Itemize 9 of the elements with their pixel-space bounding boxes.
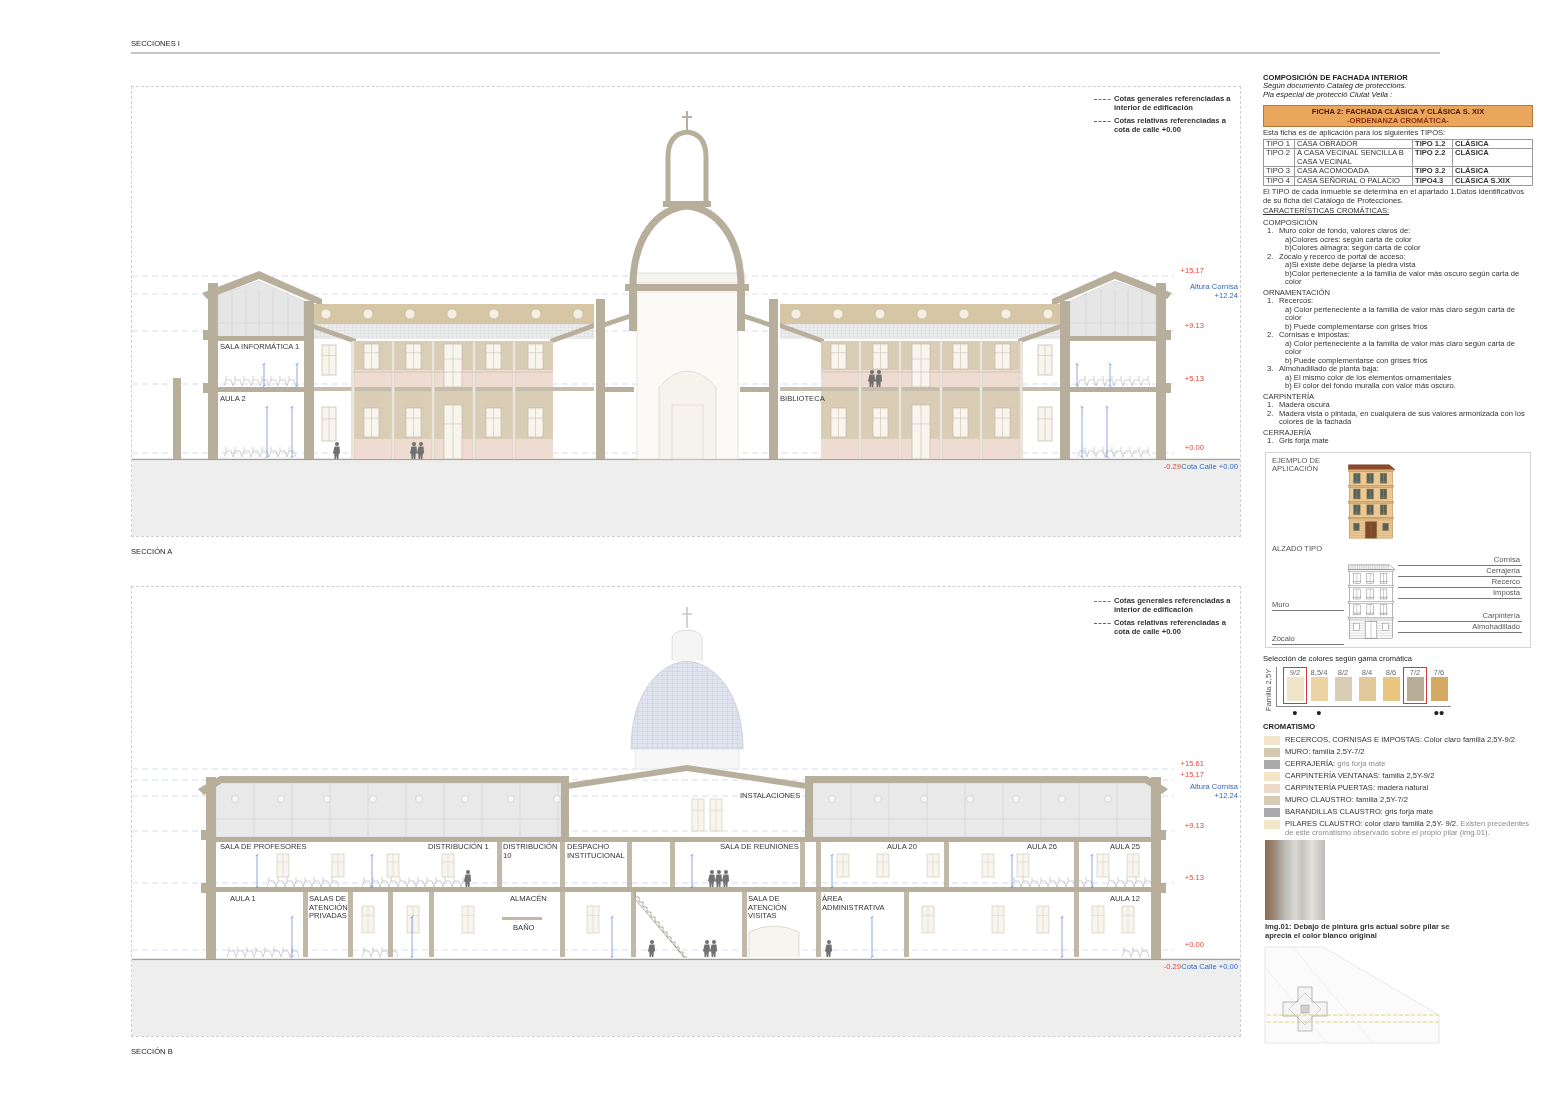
- level-line-icon: [1094, 98, 1111, 101]
- swatch-mark: •: [1315, 707, 1323, 718]
- level-line-icon: [1094, 600, 1111, 603]
- leader-line: [1272, 643, 1344, 645]
- level-line-icon: [1094, 622, 1111, 625]
- swatch-mark: •: [1291, 707, 1299, 718]
- leader-line: [1272, 609, 1344, 611]
- level-line-icon: [1094, 120, 1111, 123]
- swatch-mark: ••: [1432, 707, 1446, 718]
